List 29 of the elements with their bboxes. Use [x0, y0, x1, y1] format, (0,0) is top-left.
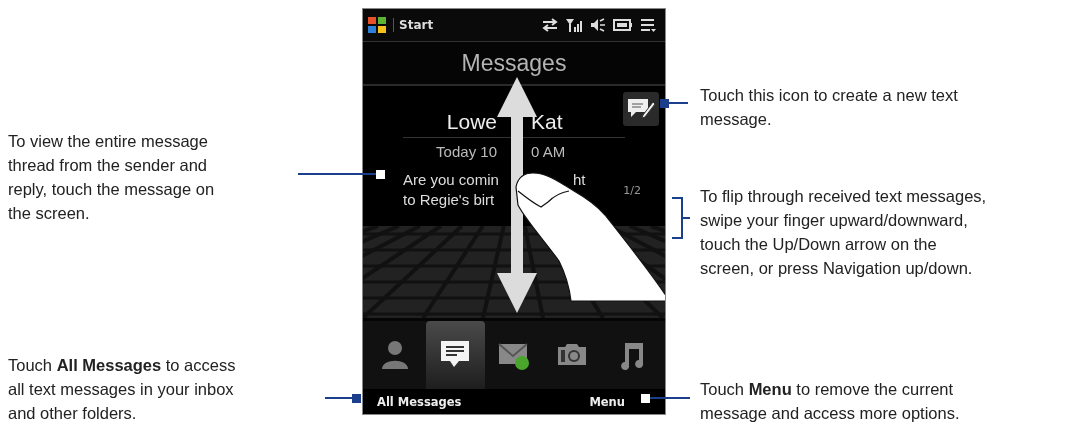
softkey[interactable]: All Messages	[377, 394, 462, 409]
callout-text: To flip through received text messages, swipe your finger upward/downward, touch the Up/Down arrow on the screen, or press Navigation up/down.	[700, 186, 987, 279]
callout-text: To view the entire message thread from the sender and reply, touch the message on the screen.	[8, 131, 215, 224]
leader-line	[641, 394, 691, 403]
message-time: Today 10	[436, 143, 497, 160]
leader-line	[671, 197, 691, 239]
speaker-icon	[589, 17, 607, 33]
compose-button[interactable]	[623, 92, 659, 126]
message-counter: 1/2	[623, 184, 641, 197]
callout-text: Touch All Messages to access all text messages in your inbox and other folders.	[8, 355, 236, 424]
message-text[interactable]: Are you comin	[403, 170, 499, 190]
sender-name: Lowe	[446, 110, 497, 134]
screen-title: Messages	[461, 49, 567, 77]
callout-text: Touch Menu to remove the current message and access more options.	[700, 379, 960, 424]
battery-icon	[613, 17, 633, 33]
leader-line	[324, 394, 361, 403]
message-text[interactable]: to Regie's birt	[403, 190, 495, 210]
menu-icon	[639, 17, 657, 33]
message-text[interactable]: ht	[572, 170, 586, 190]
leader-line	[660, 99, 689, 108]
sender-name: Kat	[531, 110, 564, 134]
tab[interactable]	[425, 321, 485, 389]
message-time: 0 AM	[531, 143, 567, 160]
signal-icon	[565, 17, 583, 33]
start-label[interactable]: Start	[393, 18, 434, 32]
softkey[interactable]: Menu	[589, 394, 625, 409]
flag-icon	[367, 16, 387, 34]
callout-text: Touch this icon to create a new text message.	[700, 85, 958, 130]
sync-arrows-icon	[541, 17, 559, 33]
